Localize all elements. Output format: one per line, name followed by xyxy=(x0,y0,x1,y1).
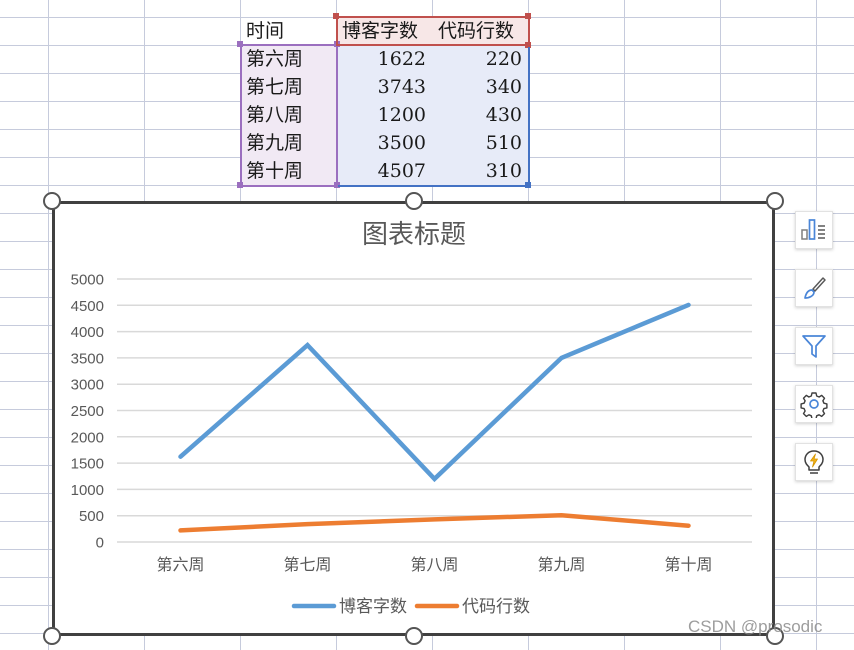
y-tick-label: 4000 xyxy=(71,324,104,341)
x-axis-tick-labels: 第六周 第七周 第八周 第九周 第十周 xyxy=(156,555,712,574)
resize-handle-top-left[interactable] xyxy=(43,192,61,210)
y-tick-label: 3500 xyxy=(71,350,104,367)
chart-title[interactable]: 图表标题 xyxy=(362,220,466,250)
x-tick-label: 第七周 xyxy=(283,555,331,574)
series-line[interactable] xyxy=(178,512,691,533)
y-axis-tick-labels: 0 500 1000 1500 2000 2500 3000 3500 4000 4500 5000 xyxy=(71,272,104,552)
x-tick-label: 第十周 xyxy=(664,555,712,574)
chart-filters-button[interactable] xyxy=(795,327,833,365)
chart-elements-icon xyxy=(801,219,825,240)
y-tick-label: 2000 xyxy=(71,429,104,446)
resize-handle-bottom-left[interactable] xyxy=(43,627,61,645)
x-tick-label: 第六周 xyxy=(156,555,204,574)
gear-icon xyxy=(800,392,828,418)
y-tick-label: 2500 xyxy=(71,403,104,420)
legend: 博客字数 代码行数 xyxy=(291,597,530,617)
chart-settings-button[interactable] xyxy=(795,385,833,423)
series-lines xyxy=(178,302,691,533)
y-tick-label: 500 xyxy=(79,508,104,525)
y-tick-label: 1500 xyxy=(71,456,104,473)
lightbulb-icon xyxy=(804,450,824,474)
resize-handle-bottom[interactable] xyxy=(405,627,423,645)
watermark: CSDN @prosodic xyxy=(688,617,823,636)
y-tick-label: 4500 xyxy=(71,298,104,315)
x-tick-label: 第九周 xyxy=(537,555,585,574)
y-tick-label: 1000 xyxy=(71,482,104,499)
paintbrush-icon xyxy=(804,277,826,299)
filter-icon xyxy=(802,335,826,358)
legend-label[interactable]: 博客字数 xyxy=(339,597,407,617)
resize-handle-top-right[interactable] xyxy=(766,192,784,210)
resize-handle-top[interactable] xyxy=(405,192,423,210)
line-chart: 图表标题 0 500 1000 1500 2000 2500 3000 3500 4000 450… xyxy=(71,220,752,617)
chart-elements-button[interactable] xyxy=(795,211,833,249)
legend-label[interactable]: 代码行数 xyxy=(462,597,530,617)
y-tick-label: 0 xyxy=(96,535,104,552)
chart-ideas-button[interactable] xyxy=(795,443,833,481)
y-tick-label: 3000 xyxy=(71,377,104,394)
x-tick-label: 第八周 xyxy=(410,555,458,574)
chart-styles-button[interactable] xyxy=(795,269,833,307)
y-tick-label: 5000 xyxy=(71,272,104,289)
